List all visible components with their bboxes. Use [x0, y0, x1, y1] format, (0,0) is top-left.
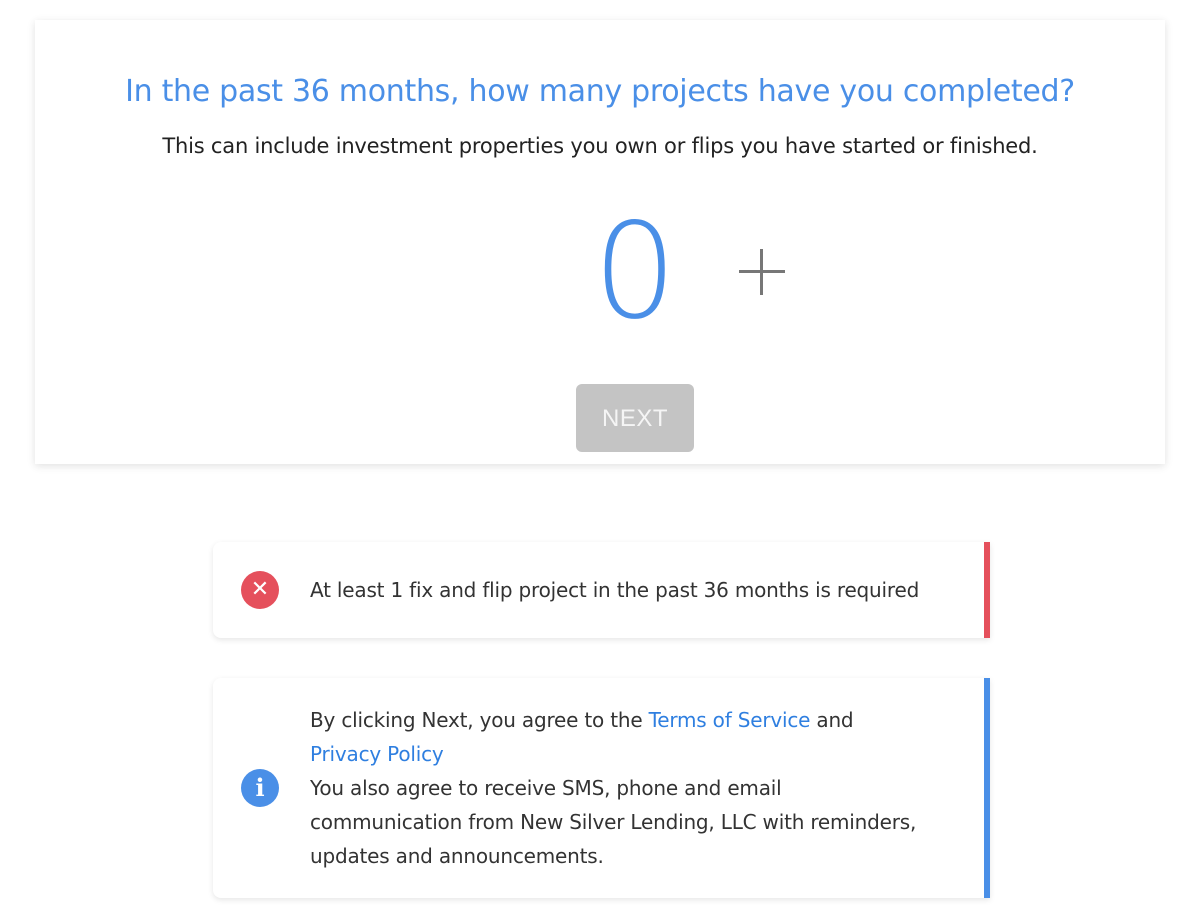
increment-button[interactable] — [735, 244, 789, 298]
question-title: In the past 36 months, how many projects… — [125, 74, 1075, 109]
question-card: In the past 36 months, how many projects… — [35, 20, 1165, 464]
next-button[interactable]: NEXT — [576, 384, 694, 452]
project-count-value: 0 — [593, 195, 677, 349]
sms-consent-text: You also agree to receive SMS, phone and… — [310, 776, 917, 868]
info-circle-icon: i — [241, 769, 279, 807]
error-message: At least 1 fix and flip project in the p… — [310, 578, 920, 602]
privacy-policy-link[interactable]: Privacy Policy — [310, 742, 444, 766]
consent-and-text: and — [810, 708, 854, 732]
consent-text-block: By clicking Next, you agree to the Terms… — [310, 703, 920, 873]
consent-intro-text: By clicking Next, you agree to the — [310, 708, 649, 732]
terms-of-service-link[interactable]: Terms of Service — [649, 708, 811, 732]
error-alert: ✕ At least 1 fix and flip project in the… — [213, 542, 990, 638]
info-alert: i By clicking Next, you agree to the Ter… — [213, 678, 990, 898]
question-subtitle: This can include investment properties y… — [162, 134, 1038, 158]
close-circle-icon: ✕ — [241, 571, 279, 609]
